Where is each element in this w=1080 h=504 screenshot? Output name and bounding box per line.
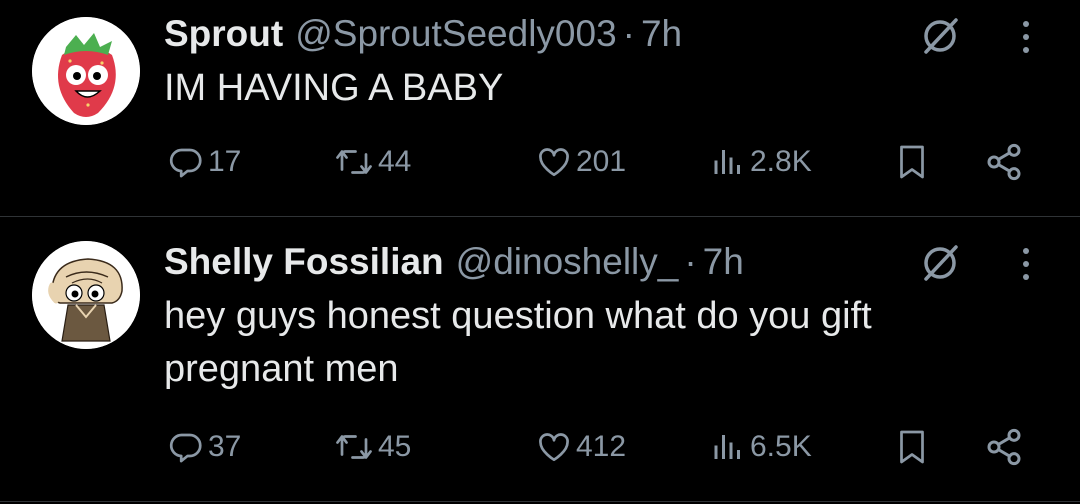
reply-button[interactable]: 17	[168, 136, 241, 188]
tweet-text: hey guys honest question what do you gif…	[164, 295, 872, 390]
like-icon	[539, 148, 569, 177]
share-icon	[987, 428, 1021, 466]
more-icon[interactable]	[1019, 18, 1033, 58]
display-name[interactable]: Sprout	[164, 10, 283, 58]
repost-button[interactable]: 45	[334, 421, 411, 473]
reply-count: 37	[208, 430, 242, 463]
reply-icon	[169, 148, 202, 178]
bookmark-button[interactable]	[894, 421, 930, 473]
like-count: 412	[576, 430, 627, 463]
grok-icon[interactable]	[918, 241, 962, 285]
repost-count: 45	[378, 430, 412, 463]
views-button[interactable]: 2.8K	[710, 136, 812, 188]
share-button[interactable]	[984, 136, 1024, 188]
like-button[interactable]: 201	[536, 136, 626, 188]
like-count: 201	[576, 145, 627, 178]
tweet-header: Sprout @SproutSeedly003 · 7h	[164, 10, 920, 58]
avatar[interactable]	[32, 241, 140, 349]
like-button[interactable]: 412	[536, 421, 626, 473]
repost-icon	[336, 150, 372, 174]
separator: ·	[684, 241, 697, 282]
timestamp[interactable]: 7h	[703, 238, 744, 286]
grok-icon[interactable]	[918, 14, 962, 58]
tweet-actions: 37 45 412 6.5K	[164, 421, 1044, 473]
share-button[interactable]	[984, 421, 1024, 473]
views-icon	[714, 435, 740, 459]
handle[interactable]: @SproutSeedly003	[295, 10, 616, 58]
tweet-header: Shelly Fossilian @dinoshelly_ · 7h	[164, 238, 920, 286]
like-icon	[539, 433, 569, 462]
reply-count: 17	[208, 145, 242, 178]
avatar[interactable]	[32, 17, 140, 125]
fossil-character-avatar-icon	[32, 241, 140, 349]
reply-button[interactable]: 37	[168, 421, 241, 473]
tweet-text: IM HAVING A BABY	[164, 67, 504, 109]
bookmark-icon	[900, 145, 924, 179]
repost-icon	[336, 435, 372, 459]
repost-count: 44	[378, 145, 412, 178]
bookmark-icon	[900, 430, 924, 464]
views-count: 2.8K	[750, 145, 812, 178]
tweet-shelly[interactable]: Shelly Fossilian @dinoshelly_ · 7h hey g…	[0, 217, 1080, 502]
timestamp[interactable]: 7h	[641, 10, 682, 58]
repost-button[interactable]: 44	[334, 136, 411, 188]
display-name[interactable]: Shelly Fossilian	[164, 238, 444, 286]
more-icon[interactable]	[1019, 245, 1033, 285]
reply-icon	[169, 433, 202, 463]
views-button[interactable]: 6.5K	[710, 421, 812, 473]
tweet-actions: 17 44 201 2.8K	[164, 136, 1044, 188]
views-count: 6.5K	[750, 430, 812, 463]
handle[interactable]: @dinoshelly_	[456, 238, 679, 286]
tweet-sprout[interactable]: Sprout @SproutSeedly003 · 7h IM HAVING A…	[0, 0, 1080, 216]
separator: ·	[622, 13, 635, 54]
tweet-divider	[0, 501, 1080, 502]
bookmark-button[interactable]	[894, 136, 930, 188]
views-icon	[714, 150, 740, 174]
share-icon	[987, 143, 1021, 181]
strawberry-character-avatar-icon	[32, 17, 140, 125]
